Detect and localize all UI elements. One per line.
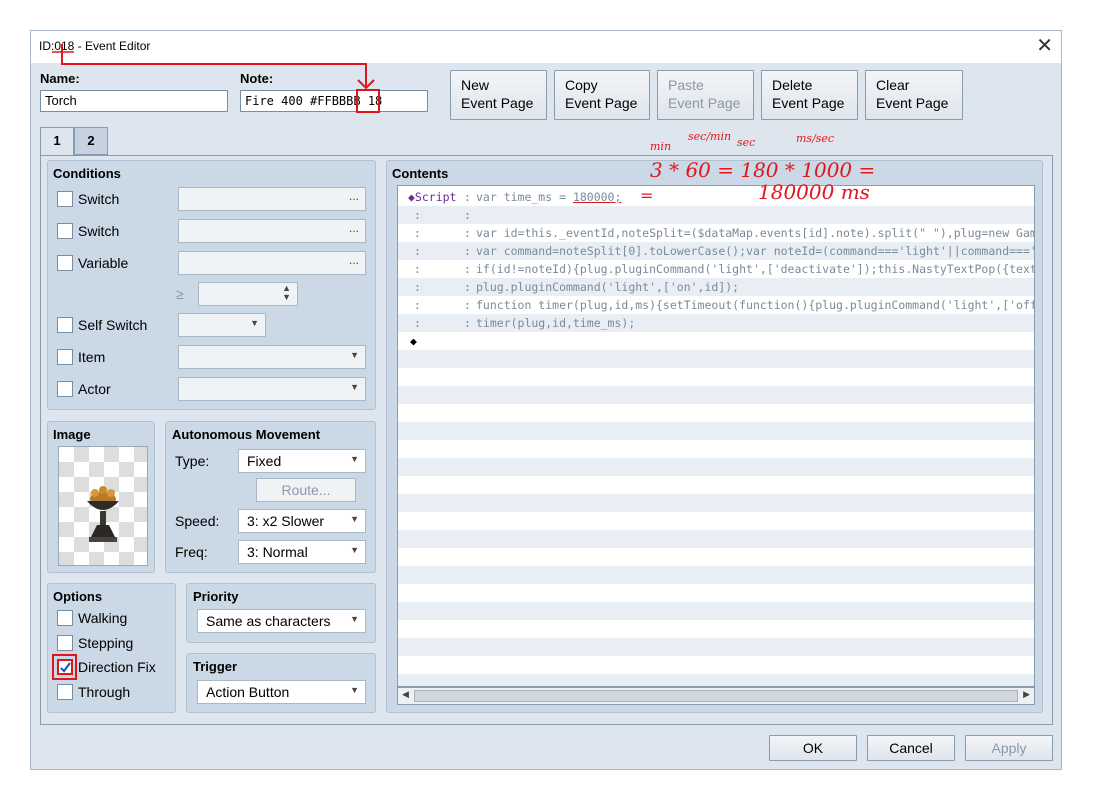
annotation-equation: 3 * 60 = 180 * 1000 = xyxy=(650,158,876,182)
annotation-sec-min: sec/min xyxy=(688,130,732,143)
annotation-result: 180000 ms xyxy=(758,180,870,204)
annotation-dash: = xyxy=(640,186,654,205)
annotation-overlay xyxy=(52,44,380,680)
annotation-sec: sec xyxy=(737,136,756,149)
annotation-min: min xyxy=(650,140,672,153)
annotation-ms-sec: ms/sec xyxy=(796,132,835,145)
